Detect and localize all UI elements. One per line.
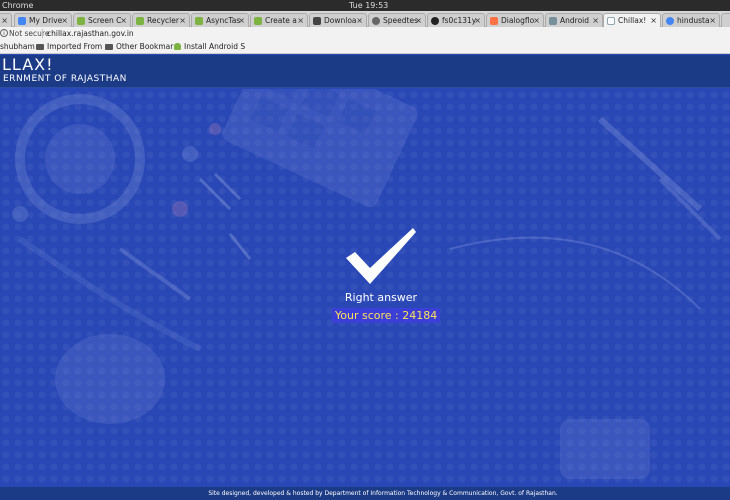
close-icon[interactable]: × — [533, 14, 540, 27]
close-icon[interactable]: × — [238, 14, 245, 27]
bookmark-other-bookmarks[interactable]: Other Bookmar — [105, 40, 173, 54]
folder-icon — [105, 44, 113, 50]
tab-hindustan[interactable]: hindusta × — [662, 13, 720, 27]
bookmark-label: Other Bookmar — [116, 42, 174, 51]
tab-dialogflow[interactable]: Dialogflo × — [486, 13, 544, 27]
close-icon[interactable]: × — [120, 14, 127, 27]
os-top-bar: Chrome Tue 19:53 — [0, 0, 730, 11]
tab-label: hindusta — [677, 16, 710, 25]
tab-speedtest[interactable]: Speedtes × — [368, 13, 426, 27]
page-icon — [607, 17, 615, 25]
os-clock[interactable]: Tue 19:53 — [349, 0, 388, 11]
site-header: LLAX! ERNMENT OF RAJASTHAN — [0, 55, 730, 88]
close-icon[interactable]: × — [61, 14, 68, 27]
tab-recycler[interactable]: Recycler × — [132, 13, 190, 27]
drive-icon — [18, 17, 26, 25]
close-icon[interactable]: × — [297, 14, 304, 27]
tab-strip: × My Drive × Screen C × Recycler × AsyncTas… — [0, 11, 730, 27]
tab-asynctas[interactable]: AsyncTas × — [191, 13, 249, 27]
close-icon[interactable]: × — [415, 14, 422, 27]
tab-label: Recycler — [147, 16, 179, 25]
tab-label: Chillax! — [618, 16, 647, 25]
bookmark-imported-from[interactable]: Imported From — [36, 40, 102, 54]
folder-icon — [36, 44, 44, 50]
dialogflow-icon — [490, 17, 498, 25]
bookmark-shubham[interactable]: shubham — [0, 40, 35, 54]
tab-chillax[interactable]: Chillax! × — [603, 13, 661, 27]
tab-label: fs0c131y — [442, 16, 477, 25]
close-icon[interactable]: × — [179, 14, 186, 27]
android-icon — [254, 17, 262, 25]
info-icon[interactable]: i — [0, 29, 8, 37]
tab-label: Dialogflo — [501, 16, 535, 25]
bookmark-label: Imported From — [47, 42, 103, 51]
close-icon[interactable]: × — [474, 14, 481, 27]
tab-create-a[interactable]: Create a × — [250, 13, 308, 27]
tab-my-drive[interactable]: My Drive × — [14, 13, 72, 27]
site-brand[interactable]: LLAX! — [2, 56, 54, 74]
background-decoration — [12, 89, 722, 479]
site-government: ERNMENT OF RAJASTHAN — [3, 74, 127, 84]
tab-fs0c131y[interactable]: fs0c131y × — [427, 13, 485, 27]
os-app-name[interactable]: Chrome — [2, 0, 33, 11]
tab-label: Screen C — [88, 16, 122, 25]
tab-partial[interactable]: × — [0, 13, 12, 27]
android-icon — [174, 43, 181, 50]
github-icon — [431, 17, 439, 25]
url-text[interactable]: chillax.rajasthan.gov.in — [47, 27, 134, 40]
close-icon[interactable]: × — [709, 14, 716, 27]
tab-screen-c[interactable]: Screen C × — [73, 13, 131, 27]
tab-label: Create a — [265, 16, 297, 25]
close-icon[interactable]: × — [592, 14, 599, 27]
google-icon — [666, 17, 674, 25]
new-tab-button[interactable] — [721, 13, 730, 27]
bookmarks-bar: shubham Imported From Other Bookmar Inst… — [0, 40, 730, 54]
address-bar[interactable]: i Not secure chillax.rajasthan.gov.in — [0, 27, 730, 40]
result-stage: Right answer Your score : 24184 — [0, 89, 730, 487]
score-display: Your score : 24184 — [332, 308, 441, 323]
bookmark-label: Install Android S — [184, 42, 246, 51]
answer-status: Right answer — [344, 291, 418, 304]
android-icon — [77, 17, 85, 25]
bookmark-label: shubham — [0, 42, 35, 51]
tab-label: AsyncTas — [206, 16, 241, 25]
close-icon[interactable]: × — [1, 14, 8, 27]
tab-android[interactable]: Android × — [545, 13, 603, 27]
download-icon — [313, 17, 321, 25]
tab-label: My Drive — [29, 16, 63, 25]
close-icon[interactable]: × — [356, 14, 363, 27]
bookmark-install-android[interactable]: Install Android S — [174, 40, 245, 54]
divider — [42, 29, 43, 38]
tab-label: Speedtes — [383, 16, 418, 25]
security-status[interactable]: Not secure — [9, 27, 49, 40]
tab-label: Android — [560, 16, 589, 25]
speedometer-icon — [372, 17, 380, 25]
site-footer: Site designed, developed & hosted by Dep… — [0, 487, 730, 500]
android-icon — [195, 17, 203, 25]
tab-label: Downloa — [324, 16, 357, 25]
close-icon[interactable]: × — [650, 14, 657, 27]
tab-downloa[interactable]: Downloa × — [309, 13, 367, 27]
android-icon — [136, 17, 144, 25]
checkmark-icon — [346, 228, 416, 284]
android-icon — [549, 17, 557, 25]
